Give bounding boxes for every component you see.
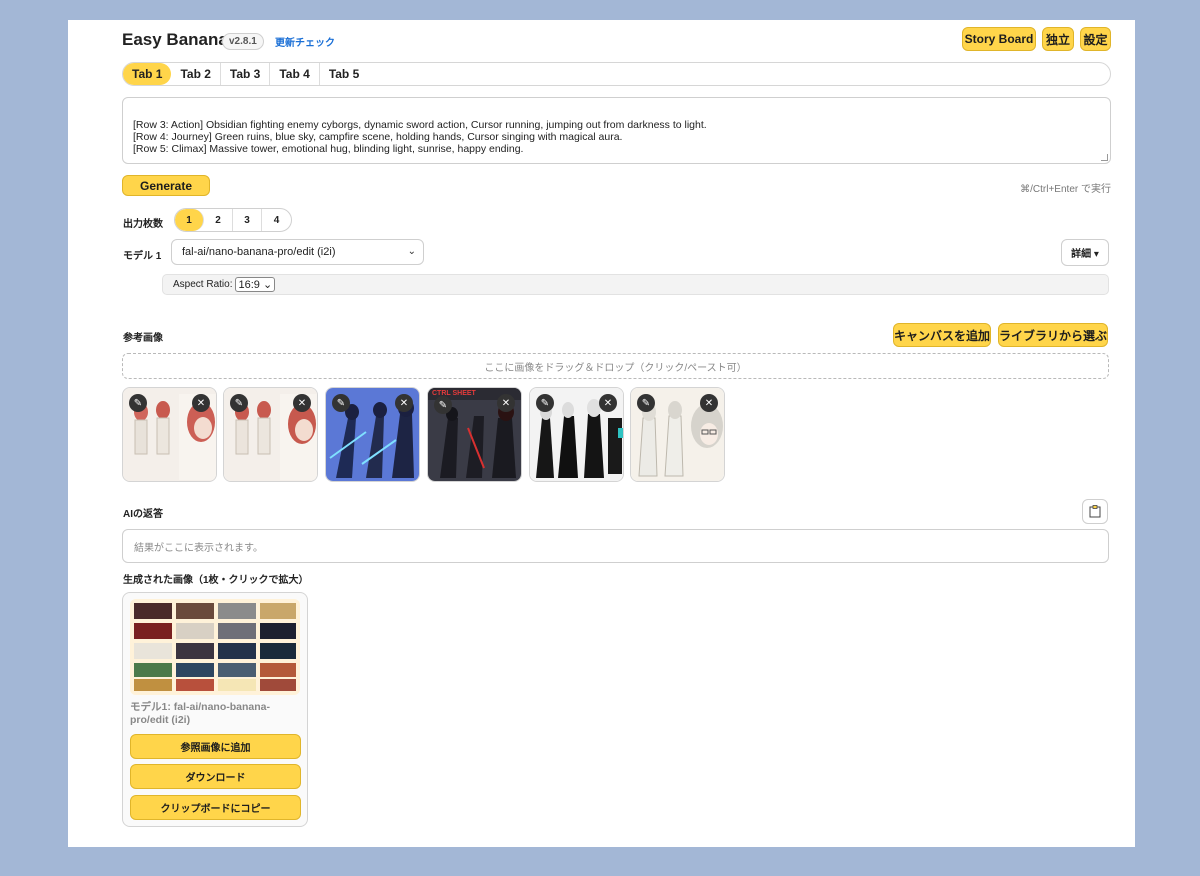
count-option-1[interactable]: 1 [175, 209, 204, 231]
remove-icon[interactable]: ✕ [497, 394, 515, 412]
remove-icon[interactable]: ✕ [599, 394, 617, 412]
tab-bar: Tab 1 Tab 2 Tab 3 Tab 4 Tab 5 [122, 62, 1111, 86]
image-dropzone[interactable]: ここに画像をドラッグ＆ドロップ（クリック/ペースト可） [122, 353, 1109, 379]
reference-thumbnail[interactable]: CTRL SHEET ✎ ✕ [427, 387, 522, 482]
model-select-value: fal-ai/nano-banana-pro/edit (i2i) [182, 246, 336, 258]
reference-thumbnail[interactable]: ✎ ✕ [223, 387, 318, 482]
app-panel: Easy Banana v2.8.1 更新チェック Story Board 独立… [68, 20, 1135, 847]
generated-image-caption: モデル1: fal-ai/nano-banana-pro/edit (i2i) [130, 701, 271, 726]
edit-icon[interactable]: ✎ [332, 394, 350, 412]
aspect-ratio-select[interactable]: 16:9 ⌄ [235, 277, 276, 292]
app-title: Easy Banana [122, 30, 228, 49]
aspect-ratio-row: Aspect Ratio: 16:9 ⌄ [162, 274, 1109, 295]
ai-response-output[interactable]: 結果がここに表示されます。 [122, 529, 1109, 563]
shortcut-hint: ⌘/Ctrl+Enter で実行 [1020, 184, 1111, 195]
download-button[interactable]: ダウンロード [130, 764, 301, 789]
edit-icon[interactable]: ✎ [637, 394, 655, 412]
remove-icon[interactable]: ✕ [395, 394, 413, 412]
output-count-selector: 1 2 3 4 [174, 208, 292, 232]
output-count-label: 出力枚数 [123, 219, 163, 230]
generate-button[interactable]: Generate [122, 175, 210, 196]
tab-1[interactable]: Tab 1 [123, 63, 172, 85]
add-to-reference-button[interactable]: 参照画像に追加 [130, 734, 301, 759]
update-check-link[interactable]: 更新チェック [275, 34, 335, 49]
remove-icon[interactable]: ✕ [192, 394, 210, 412]
prompt-textarea[interactable]: [Row 3: Action] Obsidian fighting enemy … [122, 97, 1111, 164]
chevron-down-icon: ⌄ [407, 246, 416, 257]
version-badge: v2.8.1 [222, 33, 264, 50]
remove-icon[interactable]: ✕ [700, 394, 718, 412]
choose-library-button[interactable]: ライブラリから選ぶ [998, 323, 1108, 347]
reference-thumbnail[interactable]: ✎ ✕ [529, 387, 624, 482]
clipboard-icon-graphic [1089, 505, 1101, 518]
prompt-text: [Row 3: Action] Obsidian fighting enemy … [133, 119, 707, 155]
clipboard-icon[interactable] [1082, 499, 1108, 524]
standalone-button[interactable]: 独立 [1042, 27, 1074, 51]
detail-button[interactable]: 詳細 ▾ [1061, 239, 1109, 266]
tab-3[interactable]: Tab 3 [221, 63, 271, 85]
story-board-button[interactable]: Story Board [962, 27, 1036, 51]
generated-image[interactable] [130, 599, 300, 695]
count-option-4[interactable]: 4 [262, 209, 291, 231]
copy-to-clipboard-button[interactable]: クリップボードにコピー [130, 795, 301, 820]
count-option-3[interactable]: 3 [233, 209, 262, 231]
tab-5[interactable]: Tab 5 [320, 63, 368, 85]
resize-handle[interactable] [1101, 154, 1108, 161]
edit-icon[interactable]: ✎ [434, 396, 452, 414]
model-select[interactable]: fal-ai/nano-banana-pro/edit (i2i) ⌄ [171, 239, 424, 265]
tab-2[interactable]: Tab 2 [171, 63, 221, 85]
add-canvas-button[interactable]: キャンバスを追加 [893, 323, 991, 347]
remove-icon[interactable]: ✕ [293, 394, 311, 412]
edit-icon[interactable]: ✎ [129, 394, 147, 412]
aspect-ratio-label: Aspect Ratio: [173, 279, 233, 290]
reference-thumbnail[interactable]: ✎ ✕ [630, 387, 725, 482]
generated-images-label: 生成された画像（1枚・クリックで拡大） [123, 575, 309, 586]
generated-image-card: モデル1: fal-ai/nano-banana-pro/edit (i2i) … [122, 592, 308, 827]
reference-thumbnail[interactable]: ✎ ✕ [122, 387, 217, 482]
model-label: モデル 1 [123, 251, 162, 262]
edit-icon[interactable]: ✎ [536, 394, 554, 412]
settings-button[interactable]: 設定 [1080, 27, 1111, 51]
reference-thumbnail[interactable]: ✎ ✕ [325, 387, 420, 482]
count-option-2[interactable]: 2 [204, 209, 233, 231]
reference-images-label: 参考画像 [123, 333, 163, 344]
tab-4[interactable]: Tab 4 [270, 63, 320, 85]
edit-icon[interactable]: ✎ [230, 394, 248, 412]
ai-response-label: AIの返答 [123, 509, 163, 520]
